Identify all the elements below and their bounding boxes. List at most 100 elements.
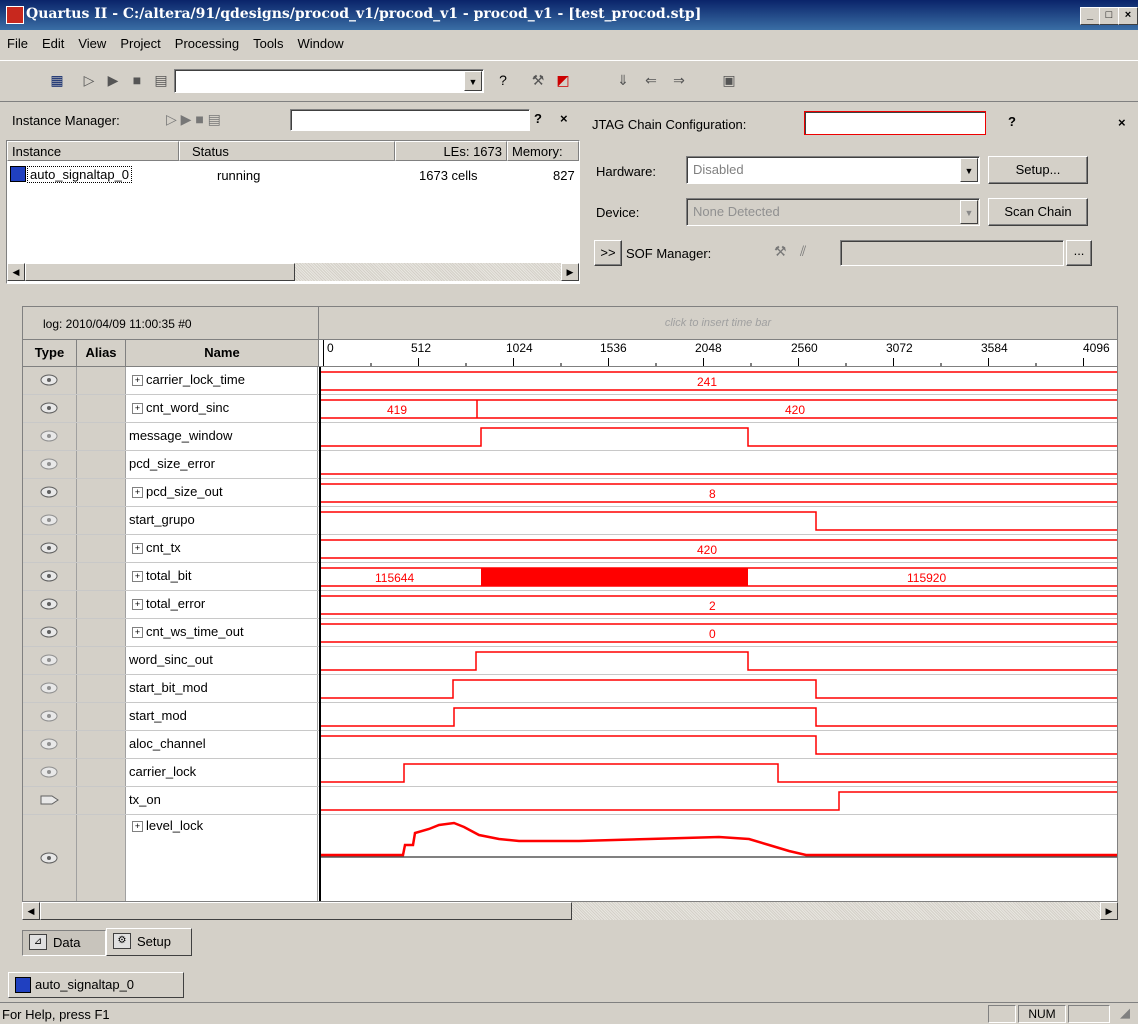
bus-signal-icon [40, 626, 58, 638]
signal-name: total_error [146, 596, 206, 611]
expand-icon[interactable]: + [132, 403, 143, 414]
setup-button[interactable]: Setup... [988, 156, 1088, 184]
forward-icon[interactable]: ⇒ [668, 69, 690, 91]
bus-value: 419 [387, 403, 407, 417]
ruler-tick-label: 0 [327, 341, 334, 355]
signal-name: carrier_lock_time [146, 372, 245, 387]
ruler-tick-label: 1024 [506, 341, 533, 355]
ruler-tick-label: 2048 [695, 341, 722, 355]
close-icon[interactable]: × [1118, 115, 1126, 130]
waveform-horizontal-scrollbar[interactable]: ◀ ▶ [22, 902, 1118, 920]
close-icon[interactable]: × [560, 111, 568, 126]
column-les[interactable]: LEs: 1673 [395, 141, 507, 161]
minimize-button[interactable]: _ [1080, 7, 1100, 25]
help-icon[interactable]: ? [534, 111, 542, 126]
scroll-left-icon[interactable]: ◀ [7, 263, 25, 281]
instance-status: running [217, 168, 261, 183]
expand-icon[interactable]: + [132, 375, 143, 386]
scroll-right-icon[interactable]: ▶ [1100, 902, 1118, 920]
tab-setup[interactable]: ⚙ Setup [106, 928, 192, 956]
menu-tools[interactable]: Tools [246, 32, 290, 51]
menu-view[interactable]: View [71, 32, 113, 51]
read-data-icon[interactable]: ▤ [150, 69, 172, 91]
column-instance[interactable]: Instance [7, 141, 179, 161]
quartus-app-icon [6, 6, 24, 24]
menu-file[interactable]: File [0, 32, 35, 51]
chevron-down-icon[interactable]: ▼ [960, 158, 978, 182]
bus-signal-icon [40, 402, 58, 414]
scroll-right-icon[interactable]: ▶ [561, 263, 579, 281]
hardware-select[interactable]: Disabled ▼ [686, 156, 980, 184]
autorun-analysis-icon[interactable]: ▷ [78, 69, 100, 91]
device-select[interactable]: None Detected ▼ [686, 198, 980, 226]
browse-button[interactable]: ... [1066, 240, 1092, 266]
signal-name: cnt_tx [146, 540, 181, 555]
expand-icon[interactable]: + [132, 599, 143, 610]
run-analysis-icon[interactable]: ▶ [102, 69, 124, 91]
instance-manager-combo[interactable] [290, 109, 530, 131]
help-icon[interactable]: ? [1008, 114, 1016, 129]
scroll-thumb[interactable] [25, 263, 295, 281]
instance-name[interactable]: auto_signaltap_0 [27, 166, 133, 183]
ruler-tick-label: 2560 [791, 341, 818, 355]
scroll-left-icon[interactable]: ◀ [22, 902, 40, 920]
setup-tab-icon: ⚙ [113, 933, 131, 949]
chevron-down-icon[interactable]: ▼ [960, 200, 978, 224]
ruler-tick-label: 3584 [981, 341, 1008, 355]
instance-memory: 827 [553, 168, 575, 183]
stop-analysis-icon[interactable]: ■ [126, 69, 148, 91]
time-bar-area[interactable]: click to insert time bar [319, 307, 1117, 340]
instance-manager-label: Instance Manager: [12, 113, 120, 128]
data-tab-icon: ⊿ [29, 934, 47, 950]
program-device-icon[interactable]: ⚒ [527, 69, 549, 91]
help-icon[interactable]: ? [492, 69, 514, 91]
log-header: log: 2010/04/09 11:00:35 #0 [23, 307, 319, 340]
bus-signal-icon [40, 570, 58, 582]
expand-icon[interactable]: + [132, 571, 143, 582]
column-name[interactable]: Name [126, 340, 319, 367]
close-window-button[interactable]: × [1118, 7, 1138, 25]
instance-run-icon[interactable]: ▷ ▶ ■ ▤ [166, 111, 221, 128]
tab-setup-label: Setup [137, 934, 171, 949]
scan-chain-button[interactable]: Scan Chain [988, 198, 1088, 226]
expand-icon[interactable]: + [132, 627, 143, 638]
scroll-thumb[interactable] [40, 902, 572, 920]
settings-icon[interactable]: ▣ [718, 69, 740, 91]
tab-data[interactable]: ⊿ Data [22, 930, 106, 956]
expand-icon[interactable]: + [132, 487, 143, 498]
expand-icon[interactable]: + [132, 543, 143, 554]
program-device-icon[interactable]: ⚒ [774, 243, 787, 260]
menu-processing[interactable]: Processing [168, 32, 246, 51]
resize-grip-icon[interactable]: ◢ [1120, 1005, 1130, 1021]
signaltap-window-icon[interactable]: ▦ [46, 69, 68, 91]
column-type[interactable]: Type [23, 340, 77, 367]
instance-combo[interactable]: ▼ [174, 69, 484, 93]
instance-tab[interactable]: auto_signaltap_0 [8, 972, 184, 998]
menu-window[interactable]: Window [290, 32, 350, 51]
sof-file-field[interactable] [840, 240, 1064, 266]
column-memory[interactable]: Memory: [507, 141, 579, 161]
time-bar-hint: click to insert time bar [664, 317, 772, 329]
instance-horizontal-scrollbar[interactable]: ◀ ▶ [7, 263, 579, 281]
hardware-label: Hardware: [596, 164, 656, 179]
signal-name: start_bit_mod [129, 680, 208, 695]
maximize-button[interactable]: □ [1099, 7, 1119, 25]
bus-value: 420 [697, 543, 717, 557]
chevron-down-icon[interactable]: ▼ [464, 71, 482, 91]
instance-icon [10, 166, 26, 182]
menu-project[interactable]: Project [113, 32, 167, 51]
time-ruler[interactable]: 0 512 1024 1536 2048 2560 3072 3584 4096 [319, 340, 1117, 367]
waveform-traces[interactable]: 241 419 420 8 420 115644 115920 2 0 [319, 367, 1117, 901]
expand-icon[interactable]: + [132, 821, 143, 832]
back-icon[interactable]: ⇐ [640, 69, 662, 91]
jtag-file-field[interactable] [804, 111, 986, 135]
instance-row[interactable]: auto_signaltap_0 running 1673 cells 827 [7, 163, 579, 185]
menu-edit[interactable]: Edit [35, 32, 71, 51]
signaltap-compile-icon[interactable]: ◩ [552, 69, 574, 91]
column-status[interactable]: Status [179, 141, 395, 161]
attach-icon[interactable]: ⫽ [800, 243, 806, 260]
download-icon[interactable]: ⇓ [612, 69, 634, 91]
bus-value: 420 [785, 403, 805, 417]
expand-sof-button[interactable]: >> [594, 240, 622, 266]
column-alias[interactable]: Alias [77, 340, 126, 367]
